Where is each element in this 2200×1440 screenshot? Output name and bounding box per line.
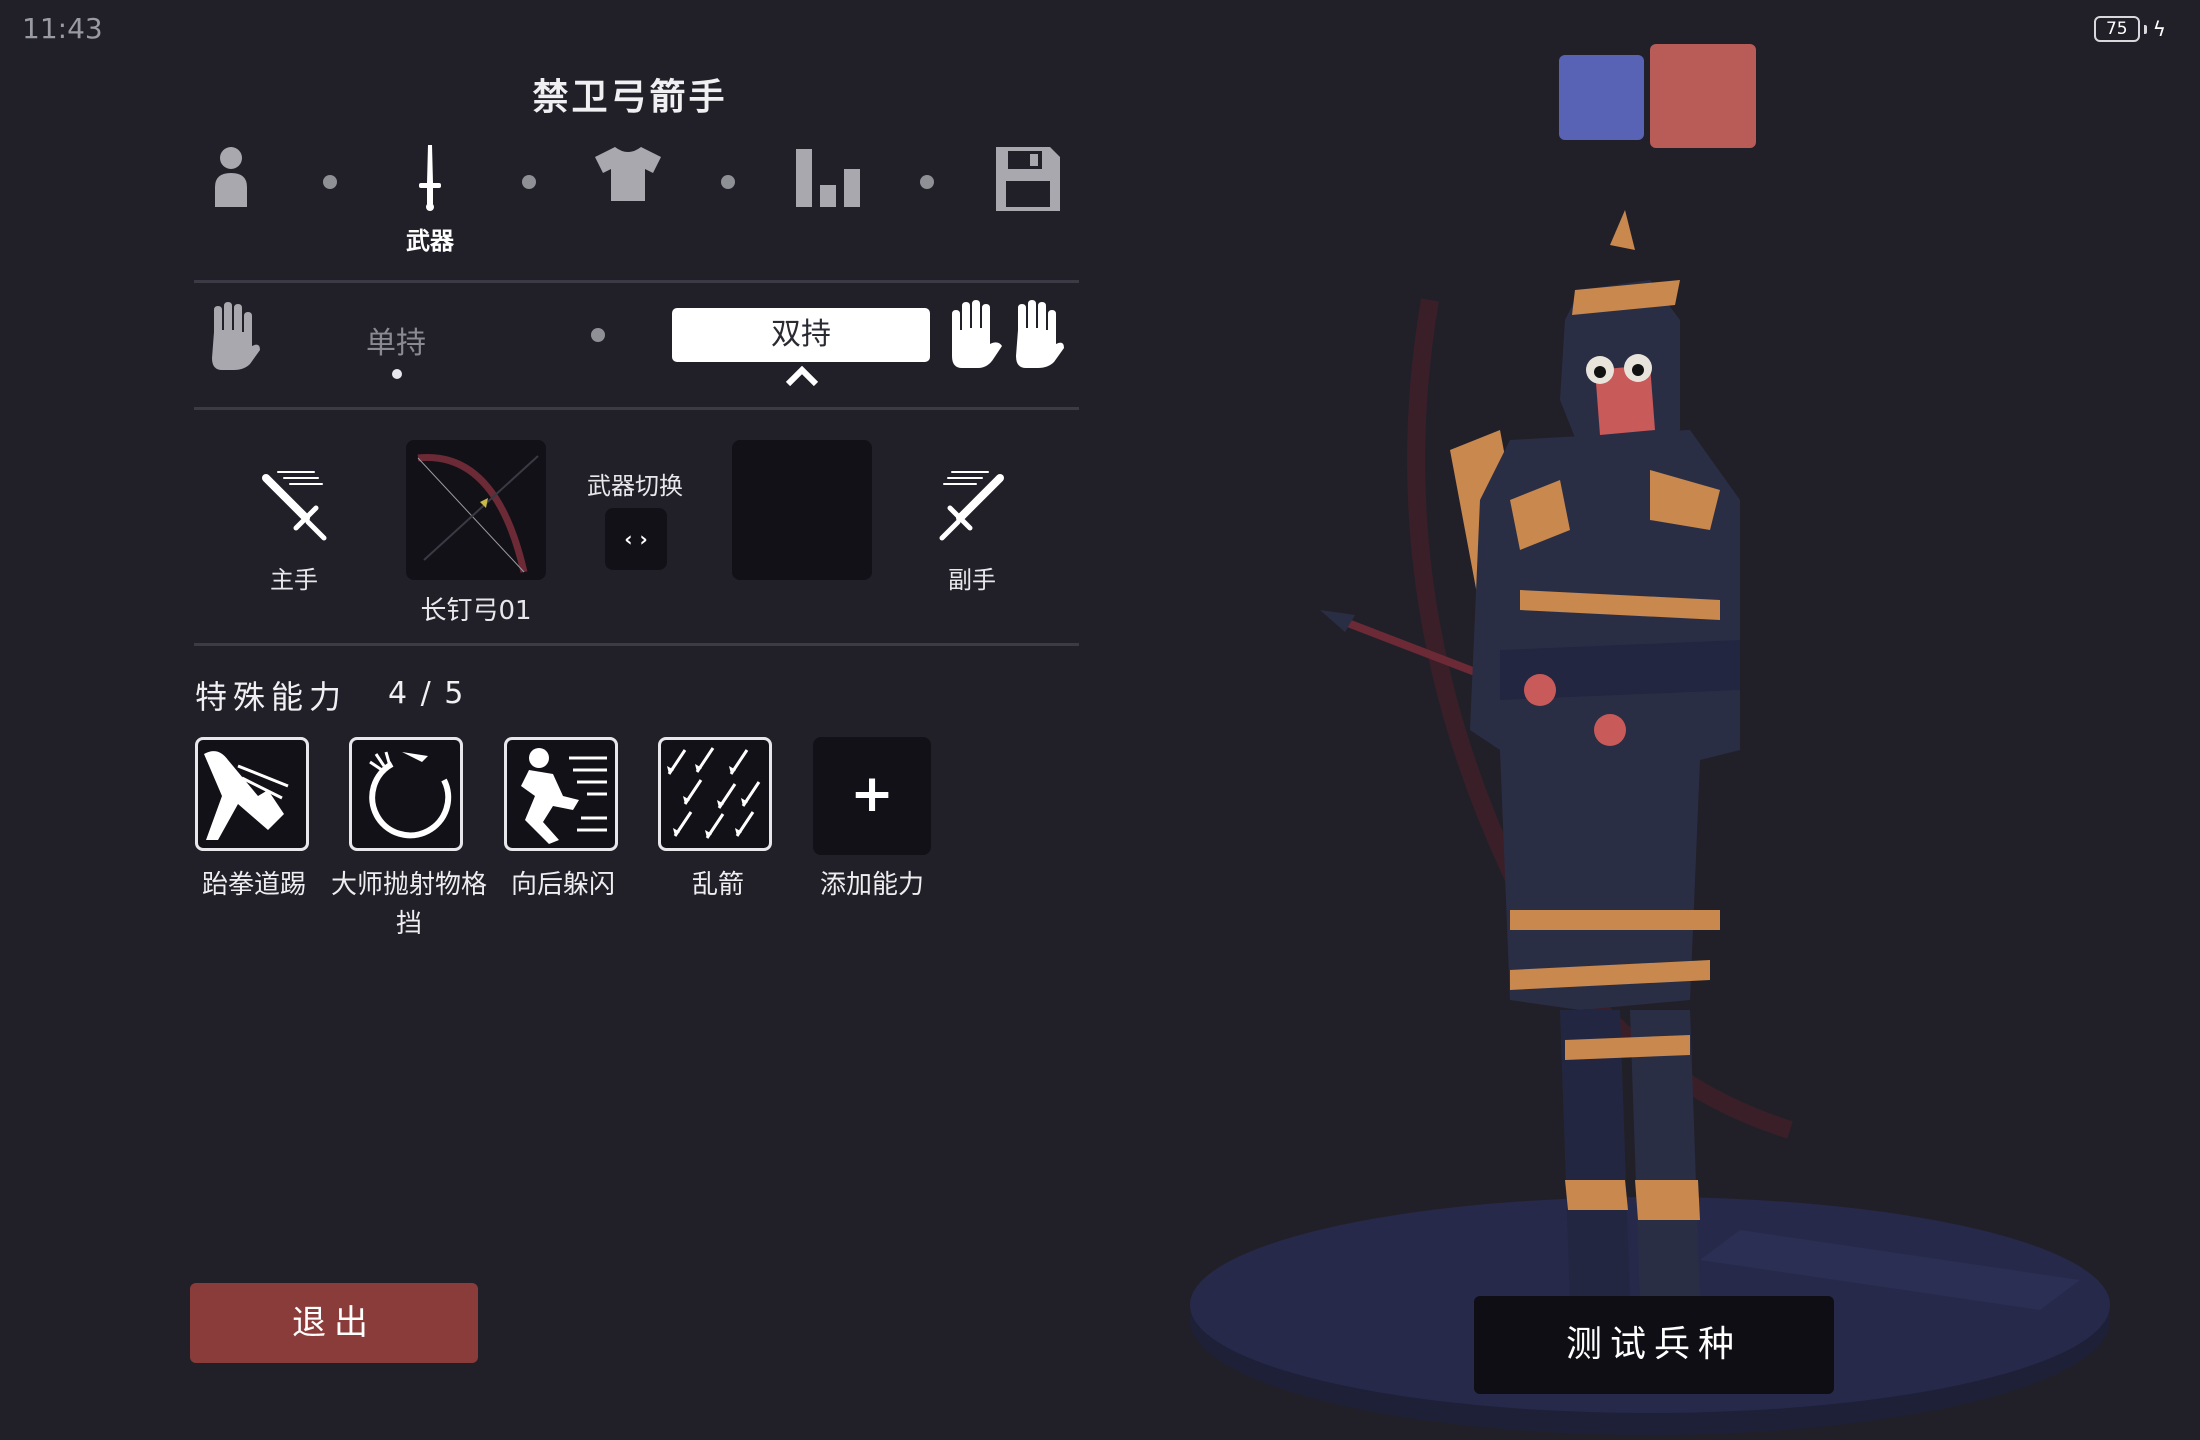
arrow-volley-icon[interactable] [658, 737, 772, 851]
add-ability-button[interactable]: + [813, 737, 931, 855]
ability-label: 跆拳道踢 [201, 870, 306, 900]
off-hand-label: 副手 [948, 566, 996, 594]
divider [194, 280, 1079, 283]
test-unit-button[interactable]: 测试兵种 [1474, 1296, 1834, 1394]
main-hand-weapon-slot[interactable] [406, 440, 546, 580]
exit-button[interactable]: 退出 [190, 1283, 478, 1363]
dagger-icon [419, 145, 441, 211]
selection-indicator-dot [392, 369, 402, 379]
ability-label: 大师抛射物格挡 [330, 870, 487, 939]
battery-level: 75 [2093, 16, 2140, 42]
step-weapon[interactable]: 武器 [385, 145, 475, 256]
option-separator [591, 328, 605, 342]
single-hand-icon [204, 302, 260, 374]
archer-figure [1470, 210, 1740, 1300]
chevron-up-icon [784, 365, 820, 390]
team-blue-swatch[interactable] [1559, 55, 1644, 140]
divider [194, 407, 1079, 410]
divider [194, 643, 1079, 646]
ability-label: 向后躲闪 [510, 870, 615, 900]
step-separator [323, 175, 337, 189]
step-separator [920, 175, 934, 189]
unit-preview[interactable] [1180, 170, 2120, 1440]
equipped-weapon-name: 长钉弓01 [420, 596, 532, 626]
person-icon [215, 147, 247, 207]
save-icon [996, 147, 1060, 211]
step-separator [721, 175, 735, 189]
battery-tip [2143, 24, 2147, 34]
add-ability-label: 添加能力 [819, 870, 924, 900]
kick-icon[interactable] [195, 737, 309, 851]
abilities-title: 特殊能力 [195, 678, 348, 716]
dodge-back-icon[interactable] [504, 737, 618, 851]
battery-indicator: 75 ϟ [2093, 16, 2166, 42]
longbow-icon [417, 454, 539, 573]
abilities-count: 4 / 5 [388, 676, 466, 711]
unit-title: 禁卫弓箭手 [532, 77, 728, 118]
main-hand-label: 主手 [270, 566, 318, 594]
dual-hold-button[interactable]: 双持 [672, 308, 930, 362]
team-red-swatch[interactable] [1650, 44, 1756, 148]
shirt-icon [595, 147, 661, 201]
dual-hand-icon [944, 300, 1064, 374]
main-hand-sword-icon [256, 470, 332, 550]
off-hand-sword-icon [934, 470, 1010, 550]
single-hold-option[interactable]: 单持 [366, 318, 426, 362]
ability-label: 乱箭 [691, 870, 744, 900]
step-clothing[interactable] [583, 145, 673, 201]
step-stats[interactable] [783, 145, 873, 207]
bar-stats-icon [796, 149, 860, 207]
step-weapon-label: 武器 [406, 227, 454, 255]
step-separator [522, 175, 536, 189]
step-body[interactable] [186, 145, 276, 211]
step-save[interactable] [983, 145, 1073, 213]
weapon-switch-label: 武器切换 [587, 472, 683, 500]
off-hand-weapon-slot[interactable] [732, 440, 872, 580]
charging-icon: ϟ [2152, 17, 2166, 41]
status-time: 11:43 [22, 12, 103, 45]
weapon-switch-button[interactable]: ‹ › [605, 508, 667, 570]
projectile-block-icon[interactable] [349, 737, 463, 851]
